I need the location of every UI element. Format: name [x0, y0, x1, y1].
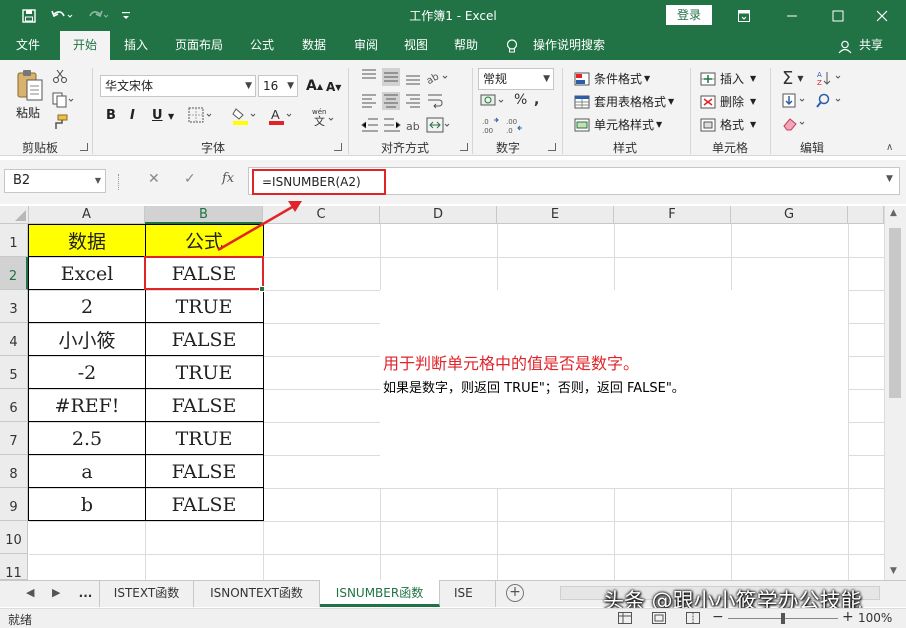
sheet-tab-isnontext[interactable]: ISNONTEXT函数 [194, 580, 320, 607]
status-bar: 就绪 − + 100% [0, 608, 906, 628]
sheet-tab-istext[interactable]: ISTEXT函数 [100, 580, 194, 607]
zoom-in-icon[interactable]: + [842, 609, 854, 625]
normal-view-icon[interactable] [618, 612, 632, 627]
scrollbar-thumb[interactable] [889, 228, 901, 398]
sheet-tab-more[interactable]: ... [72, 580, 100, 607]
previous-sheet-icon[interactable]: ◀ [26, 586, 34, 599]
sheet-tab-ise[interactable]: ISE [440, 580, 496, 607]
scroll-down-icon[interactable]: ▼ [890, 566, 897, 576]
page-break-view-icon[interactable] [686, 612, 700, 627]
zoom-slider-thumb[interactable] [781, 613, 785, 624]
scroll-up-icon[interactable]: ▲ [890, 208, 897, 218]
annotation-arrow [217, 201, 302, 252]
status-ready: 就绪 [8, 613, 33, 627]
page-layout-view-icon[interactable] [652, 612, 666, 627]
next-sheet-icon[interactable]: ▶ [52, 586, 60, 599]
sheet-tab-isnumber[interactable]: ISNUMBER函数 [320, 580, 440, 607]
add-sheet-icon[interactable]: + [506, 584, 524, 602]
zoom-level[interactable]: 100% [858, 611, 892, 625]
zoom-out-icon[interactable]: − [712, 609, 724, 625]
